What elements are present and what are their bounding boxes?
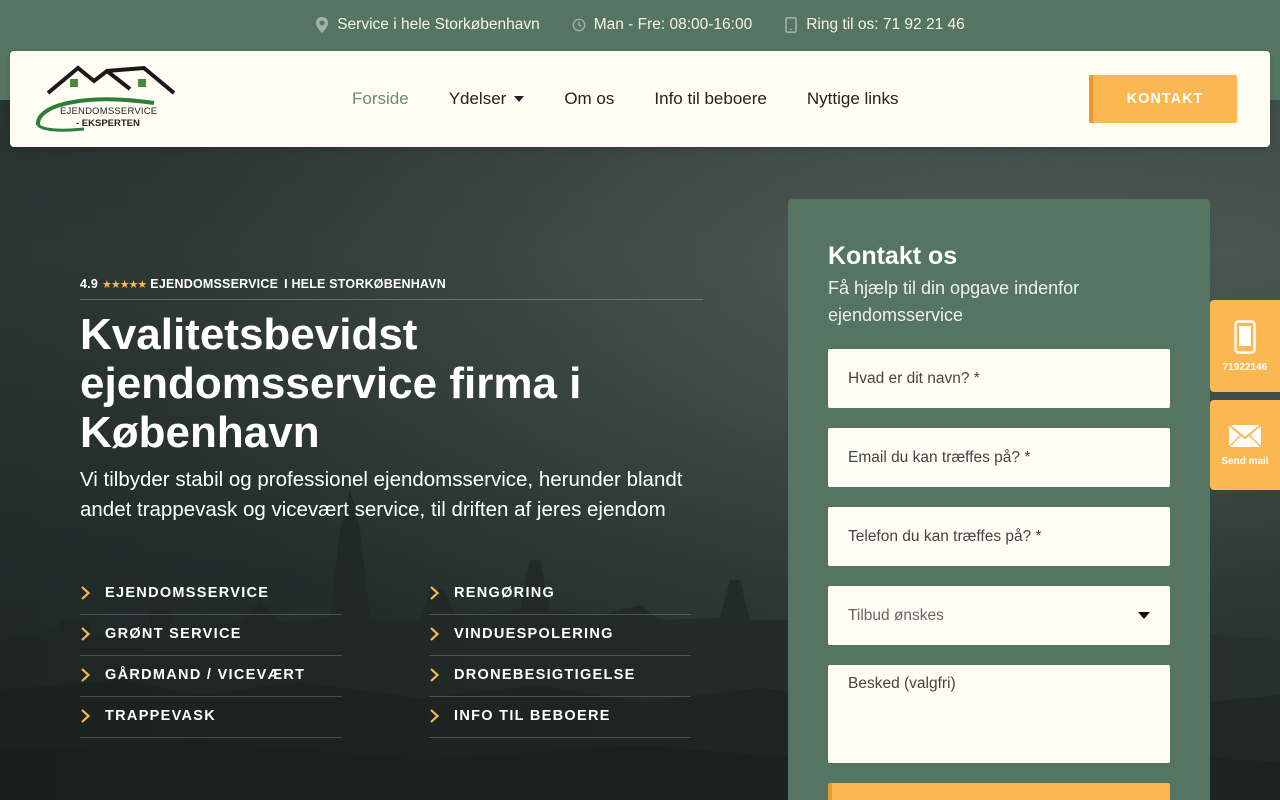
- chevron-right-icon: [81, 586, 91, 600]
- service-label: DRONEBESIGTIGELSE: [454, 667, 636, 683]
- service-link-info-til-beboere[interactable]: INFO TIL BEBOERE: [429, 697, 691, 738]
- chevron-right-icon: [430, 586, 440, 600]
- offer-select[interactable]: Tilbud ønskes: [828, 586, 1170, 645]
- service-area-info: Service i hele Storkøbenhavn: [315, 14, 540, 36]
- hours-text: Man - Fre: 08:00-16:00: [593, 16, 753, 33]
- offer-select-value: Tilbud ønskes: [848, 606, 944, 624]
- side-mail-label: Send mail: [1221, 455, 1269, 467]
- service-label: INFO TIL BEBOERE: [454, 708, 611, 724]
- service-link-trappevask[interactable]: TRAPPEVASK: [80, 697, 342, 738]
- hero-subtitle: Vi tilbyder stabil og professionel ejend…: [80, 468, 683, 521]
- smartphone-icon: [1234, 319, 1256, 354]
- service-link-rengoering[interactable]: RENGØRING: [429, 574, 691, 615]
- rating-score: 4.9: [80, 277, 98, 291]
- service-link-dronebesigtigelse[interactable]: DRONEBESIGTIGELSE: [429, 656, 691, 697]
- nav-item-forside[interactable]: Forside: [352, 89, 409, 109]
- hours-info: Man - Fre: 08:00-16:00: [572, 14, 753, 36]
- envelope-icon: [1228, 423, 1262, 448]
- service-link-ejendomsservice[interactable]: EJENDOMSSERVICE: [80, 574, 342, 615]
- hero-title: Kvalitetsbevidst ejendomsservice firma i…: [80, 310, 582, 457]
- service-label: VINDUESPOLERING: [454, 626, 614, 642]
- contact-form: Kontakt os Få hjælp til din opgave inden…: [788, 199, 1210, 800]
- nav-item-om-os[interactable]: Om os: [564, 89, 614, 109]
- rating-text: EJENDOMSSERVICE: [150, 277, 279, 291]
- service-area-text: Service i hele Storkøbenhavn: [337, 16, 540, 33]
- nav-item-info-til-beboere[interactable]: Info til beboere: [654, 89, 766, 109]
- service-link-groent-service[interactable]: GRØNT SERVICE: [80, 615, 342, 656]
- clock-icon: [572, 18, 586, 32]
- side-call-button[interactable]: 71922146: [1210, 300, 1280, 392]
- chevron-right-icon: [81, 627, 91, 641]
- nav-item-nyttige-links[interactable]: Nyttige links: [807, 89, 899, 109]
- chevron-right-icon: [81, 668, 91, 682]
- side-mail-button[interactable]: Send mail: [1210, 400, 1280, 490]
- chevron-right-icon: [430, 627, 440, 641]
- nav-item-ydelser-label: Ydelser: [448, 89, 507, 108]
- chevron-right-icon: [430, 668, 440, 682]
- service-link-vinduespolering[interactable]: VINDUESPOLERING: [429, 615, 691, 656]
- phone-field[interactable]: Telefon du kan træffes på? *: [828, 507, 1170, 566]
- mobile-phone-icon: [785, 17, 798, 33]
- service-label: RENGØRING: [454, 585, 556, 601]
- rating-text-area: I HELE STORKØBENHAVN: [284, 277, 446, 291]
- phone-text[interactable]: Ring til os: 71 92 21 46: [806, 16, 965, 34]
- service-link-gaardmand-vicevaert[interactable]: GÅRDMAND / VICEVÆRT: [80, 656, 342, 697]
- top-info-row: Service i hele Storkøbenhavn Man - Fre: …: [0, 14, 1280, 36]
- service-label: TRAPPEVASK: [105, 708, 217, 724]
- kontakt-button[interactable]: KONTAKT: [1089, 75, 1237, 123]
- phone-info[interactable]: Ring til os: 71 92 21 46: [784, 14, 965, 36]
- rating-bar: 4.9 ★★★★★ EJENDOMSSERVICE I HELE STORKØB…: [80, 277, 703, 300]
- location-pin-icon: [316, 17, 329, 33]
- chevron-right-icon: [430, 709, 440, 723]
- rating-stars-icon: ★★★★★: [101, 279, 147, 291]
- logo-line-1: EJENDOMSSERVICE: [60, 106, 158, 117]
- dropdown-arrow-icon: [1138, 612, 1150, 619]
- company-logo[interactable]: EJENDOMSSERVICE - EKSPERTEN: [34, 65, 179, 133]
- site-header: EJENDOMSSERVICE - EKSPERTEN Forside Ydel…: [10, 51, 1270, 147]
- logo-line-2: - EKSPERTEN: [76, 118, 140, 129]
- side-call-label: 71922146: [1222, 361, 1268, 373]
- chevron-right-icon: [81, 709, 91, 723]
- caret-down-icon: [514, 96, 525, 102]
- form-title: Kontakt os: [828, 242, 958, 270]
- form-subtitle: Få hjælp til din opgave indenfor ejendom…: [828, 278, 1080, 325]
- submit-button[interactable]: [828, 783, 1170, 800]
- main-navigation: Forside Ydelser Om os Info til beboere N…: [352, 51, 899, 147]
- service-label: EJENDOMSSERVICE: [105, 585, 270, 601]
- service-label: GÅRDMAND / VICEVÆRT: [105, 667, 306, 683]
- nav-item-ydelser[interactable]: Ydelser: [449, 89, 525, 109]
- name-field[interactable]: Hvad er dit navn? *: [828, 349, 1170, 408]
- message-textarea[interactable]: Besked (valgfri): [828, 665, 1170, 763]
- service-label: GRØNT SERVICE: [105, 626, 242, 642]
- email-field[interactable]: Email du kan træffes på? *: [828, 428, 1170, 487]
